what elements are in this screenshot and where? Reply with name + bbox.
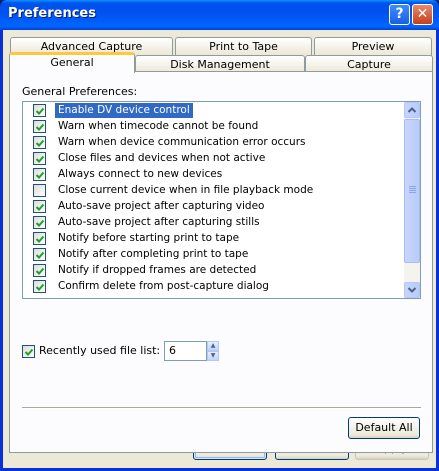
chevron-down-icon — [407, 287, 417, 293]
preference-label: Notify if dropped frames are detected — [58, 264, 257, 276]
checkmark-icon — [35, 155, 45, 163]
help-icon: ? — [395, 6, 404, 22]
checkmark-icon — [35, 267, 45, 275]
dialog-client: Advanced Capture Print to Tape Preview G… — [3, 30, 436, 468]
preference-label: Warn when timecode cannot be found — [58, 120, 259, 132]
spin-down-icon[interactable]: ▼ — [207, 351, 219, 361]
checkmark-icon — [35, 107, 45, 115]
preference-row[interactable]: Notify before starting print to tape — [23, 230, 405, 246]
preference-checkbox[interactable] — [33, 232, 46, 245]
scroll-thumb[interactable] — [404, 119, 420, 263]
help-button[interactable]: ? — [389, 4, 410, 25]
preference-row[interactable]: Notify if dropped frames are detected — [23, 262, 405, 278]
preference-label: Auto-save project after capturing video — [58, 200, 265, 212]
preference-label: Close files and devices when not active — [58, 152, 266, 164]
recent-files-spinner[interactable]: ▲ ▼ — [207, 341, 219, 361]
tab-general[interactable]: General — [9, 52, 135, 73]
grip-line — [409, 190, 416, 191]
preference-label: Notify before starting print to tape — [58, 232, 240, 244]
preference-label: Confirm delete from post-capture dialog — [58, 280, 269, 292]
preference-label: Warn when device communication error occ… — [58, 136, 306, 148]
preference-checkbox[interactable] — [33, 104, 46, 117]
preference-row[interactable]: Auto-save project after capturing video — [23, 198, 405, 214]
tab-label: Disk Management — [170, 58, 270, 71]
tab-label: Preview — [351, 40, 395, 53]
title-bar[interactable]: Preferences ? ✕ — [0, 0, 439, 30]
separator — [22, 407, 421, 409]
preference-checkbox[interactable] — [33, 200, 46, 213]
preference-checkbox[interactable] — [33, 120, 46, 133]
checkmark-icon — [35, 283, 45, 291]
preference-label: Notify after completing print to tape — [58, 248, 249, 260]
preference-checkbox[interactable] — [33, 216, 46, 229]
checkmark-icon — [35, 123, 45, 131]
window-title: Preferences — [8, 6, 96, 21]
preferences-window: Preferences ? ✕ Advanced Capture Print t… — [0, 0, 439, 471]
preference-checkbox[interactable] — [33, 248, 46, 261]
tab-print-to-tape[interactable]: Print to Tape — [175, 37, 312, 56]
preference-checkbox[interactable] — [33, 152, 46, 165]
tab-preview[interactable]: Preview — [314, 37, 432, 56]
tab-label: Print to Tape — [209, 40, 278, 53]
preference-row[interactable]: Close current device when in file playba… — [23, 182, 405, 198]
checkmark-icon — [35, 203, 45, 211]
scroll-up-button[interactable] — [404, 102, 420, 118]
checkmark-icon — [35, 139, 45, 147]
preference-label: Enable DV device control — [55, 103, 193, 118]
general-tab-panel: General Preferences: Enable DV device co… — [9, 71, 433, 453]
checkmark-icon — [35, 219, 45, 227]
tab-label: General — [50, 56, 94, 69]
preferences-list[interactable]: Enable DV device control Warn when timeco… — [22, 101, 421, 299]
checkmark-icon — [35, 251, 45, 259]
recent-files-count-input[interactable]: 6 — [164, 341, 207, 361]
preference-row[interactable]: Enable DV device control — [23, 102, 405, 118]
checkmark-icon — [35, 171, 45, 179]
recent-files-label: Recently used file list: — [39, 344, 161, 357]
scroll-down-button[interactable] — [404, 282, 420, 298]
recent-files-checkbox[interactable] — [22, 345, 35, 358]
preference-checkbox[interactable] — [33, 184, 46, 197]
preference-row[interactable]: Warn when timecode cannot be found — [23, 118, 405, 134]
vertical-scrollbar[interactable] — [404, 102, 420, 298]
preference-row[interactable]: Always connect to new devices — [23, 166, 405, 182]
preference-row[interactable]: Close files and devices when not active — [23, 150, 405, 166]
grip-line — [409, 188, 416, 189]
close-button[interactable]: ✕ — [412, 4, 433, 25]
close-icon: ✕ — [416, 6, 429, 22]
default-all-button[interactable]: Default All — [348, 417, 420, 439]
preference-row[interactable]: Notify after completing print to tape — [23, 246, 405, 262]
preference-label: Close current device when in file playba… — [58, 184, 314, 196]
preference-checkbox[interactable] — [33, 168, 46, 181]
preference-checkbox[interactable] — [33, 280, 46, 293]
tab-label: Capture — [347, 58, 391, 71]
spin-up-icon[interactable]: ▲ — [207, 341, 219, 351]
preference-label: Auto-save project after capturing stills — [58, 216, 260, 228]
preference-row[interactable]: Warn when device communication error occ… — [23, 134, 405, 150]
preference-row[interactable]: Confirm delete from post-capture dialog — [23, 278, 405, 294]
preference-row[interactable]: Auto-save project after capturing stills — [23, 214, 405, 230]
preference-checkbox[interactable] — [33, 264, 46, 277]
preference-label: Always connect to new devices — [58, 168, 223, 180]
general-preferences-label: General Preferences: — [22, 85, 138, 98]
grip-line — [409, 186, 416, 187]
chevron-up-icon — [407, 107, 417, 113]
checkmark-icon — [24, 348, 34, 356]
checkmark-icon — [35, 235, 45, 243]
preference-checkbox[interactable] — [33, 136, 46, 149]
grip-line — [409, 192, 416, 193]
